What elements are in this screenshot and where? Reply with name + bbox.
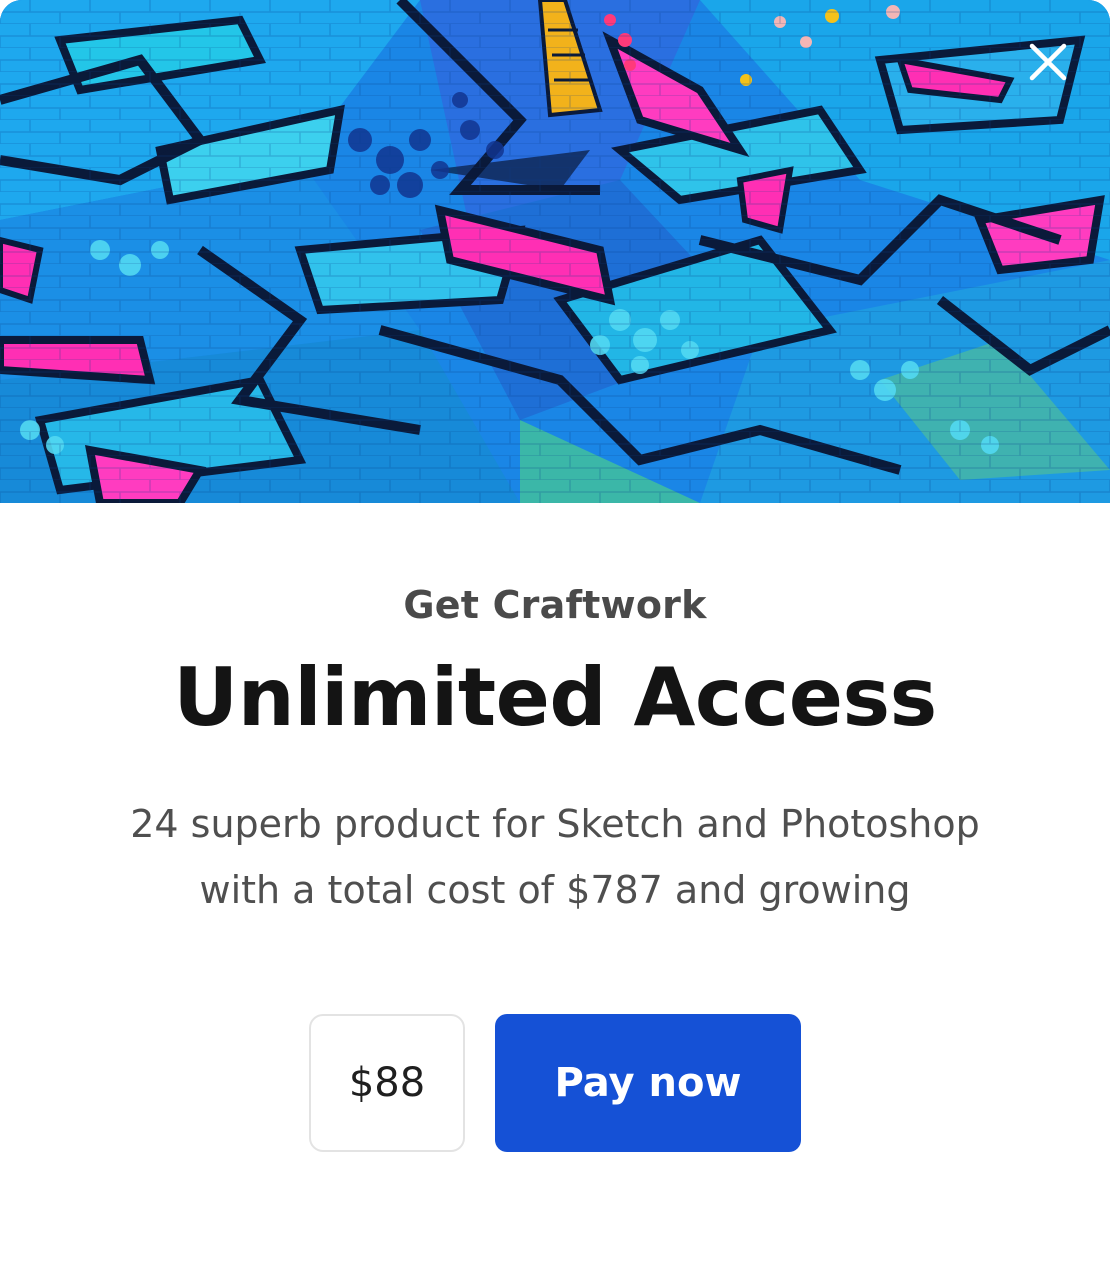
modal-title: Unlimited Access xyxy=(173,651,937,744)
action-row: $88 Pay now xyxy=(0,1014,1110,1152)
description-line: 24 superb product for Sketch and Photosh… xyxy=(130,802,980,846)
price-display: $88 xyxy=(309,1014,465,1152)
description: 24 superb product for Sketch and Photosh… xyxy=(0,791,1110,923)
close-icon xyxy=(1029,43,1067,81)
purchase-modal: Get Craftwork Unlimited Access 24 superb… xyxy=(0,0,1110,1263)
eyebrow-text: Get Craftwork xyxy=(403,583,707,627)
pay-now-button[interactable]: Pay now xyxy=(495,1014,801,1152)
close-button[interactable] xyxy=(1024,38,1072,86)
description-line: with a total cost of $787 and growing xyxy=(199,868,911,912)
modal-content: Get Craftwork Unlimited Access 24 superb… xyxy=(0,503,1110,1263)
graffiti-wall-image xyxy=(0,0,1110,503)
